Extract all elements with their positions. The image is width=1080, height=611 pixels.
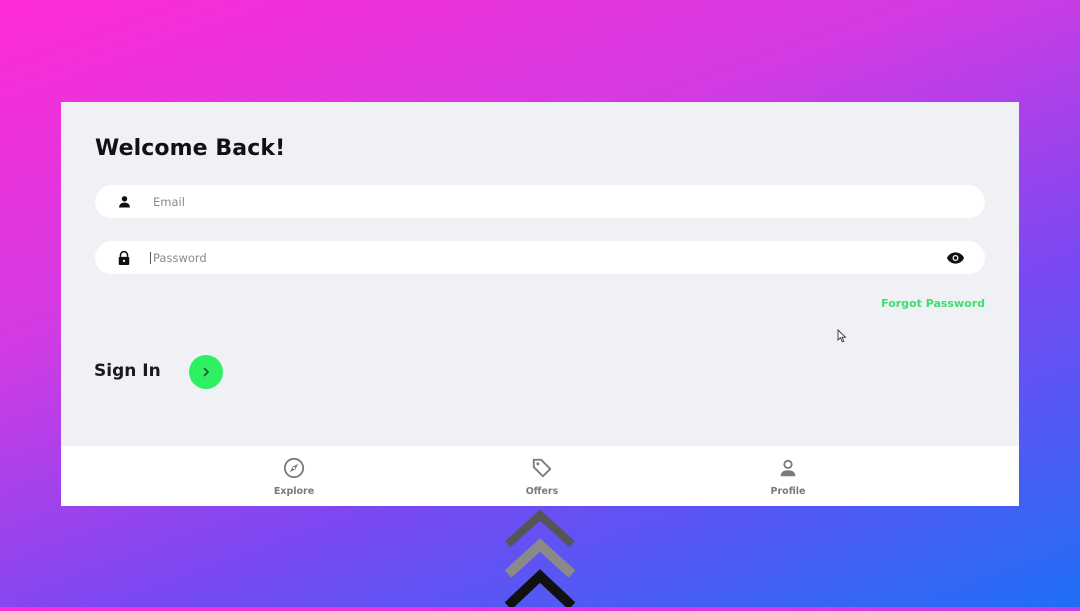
sign-in-label: Sign In — [94, 361, 161, 381]
password-field-container[interactable] — [95, 241, 985, 274]
bottom-navigation: Explore Offers Profile — [61, 446, 1019, 506]
page-title: Welcome Back! — [95, 136, 286, 161]
password-input[interactable] — [151, 241, 945, 274]
compass-icon — [282, 456, 306, 480]
email-input[interactable] — [151, 185, 985, 218]
swipe-up-chevrons-icon — [504, 506, 576, 610]
login-window: Welcome Back! Forgot Passw — [61, 102, 1019, 506]
text-caret — [150, 252, 151, 264]
tag-icon — [530, 456, 554, 480]
mouse-pointer-icon — [837, 328, 849, 344]
lock-icon — [117, 250, 131, 265]
forgot-password-link[interactable]: Forgot Password — [881, 297, 985, 310]
nav-label-offers: Offers — [525, 486, 559, 497]
eye-icon[interactable] — [945, 251, 965, 265]
person-icon — [776, 456, 800, 480]
nav-item-offers[interactable]: Offers — [502, 456, 582, 500]
sign-in-button[interactable] — [189, 355, 223, 389]
nav-label-profile: Profile — [770, 486, 806, 497]
chevron-right-icon — [201, 365, 211, 380]
nav-item-explore[interactable]: Explore — [254, 456, 334, 500]
person-icon — [117, 195, 131, 209]
nav-label-explore: Explore — [273, 486, 315, 497]
email-field-container[interactable] — [95, 185, 985, 218]
nav-item-profile[interactable]: Profile — [748, 456, 828, 500]
